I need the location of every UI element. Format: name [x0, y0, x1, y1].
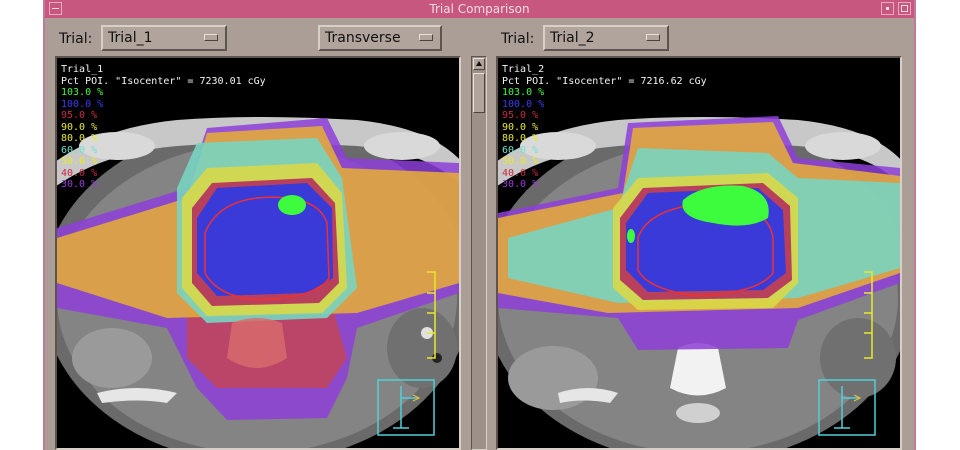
right-dose-view[interactable]: Trial_2 Pct POI. "Isocenter" = 7216.62 c… [496, 56, 902, 450]
left-legend-item: 100.0 % [61, 98, 104, 110]
left-overlay: Trial_1 Pct POI. "Isocenter" = 7230.01 c… [61, 64, 266, 191]
option-indicator-icon [204, 34, 218, 41]
left-legend-item: 30.0 % [61, 179, 98, 190]
right-legend-item: 95.0 % [502, 110, 539, 121]
right-legend-item: 103.0 % [502, 87, 545, 98]
right-trial-name: Trial_2 [502, 64, 545, 75]
option-indicator-icon [646, 34, 660, 41]
left-legend-item: 50.0 % [61, 156, 98, 167]
left-dose-view[interactable]: Trial_1 Pct POI. "Isocenter" = 7230.01 c… [55, 56, 461, 450]
right-legend-item: 90.0 % [502, 121, 539, 133]
window-menu-button[interactable] [49, 2, 62, 15]
right-overlay: Trial_2 Pct POI. "Isocenter" = 7216.62 c… [502, 64, 707, 191]
option-indicator-icon [419, 34, 433, 41]
right-legend-item: 40.0 % [502, 167, 539, 179]
maximize-button[interactable] [898, 2, 911, 15]
right-trial-label: Trial: [501, 31, 535, 47]
right-legend-item: 60.0 % [502, 144, 539, 156]
left-legend-item: 80.0 % [61, 133, 98, 144]
vertical-scrollbar[interactable] [471, 56, 487, 450]
trial-comparison-window: Trial Comparison Trial: Trial_1 Transver… [43, 0, 916, 450]
left-legend-item: 95.0 % [61, 110, 98, 121]
right-trial-value: Trial_2 [550, 30, 595, 46]
left-trial-label: Trial: [59, 31, 93, 47]
left-legend-item: 90.0 % [61, 121, 98, 133]
right-legend-item: 30.0 % [502, 179, 539, 190]
window-title: Trial Comparison [429, 2, 530, 16]
left-trial-name: Trial_1 [61, 64, 104, 75]
left-legend-item: 103.0 % [61, 87, 104, 98]
right-trial-select[interactable]: Trial_2 [543, 25, 669, 51]
left-legend-item: 40.0 % [61, 167, 98, 179]
scroll-up-arrow-icon[interactable] [473, 58, 485, 70]
left-legend-item: 60.0 % [61, 144, 98, 156]
view-orientation-select[interactable]: Transverse [318, 25, 442, 51]
right-legend-item: 80.0 % [502, 133, 539, 144]
minimize-button[interactable] [881, 2, 894, 15]
right-legend-item: 100.0 % [502, 98, 545, 110]
left-trial-select[interactable]: Trial_1 [101, 25, 227, 51]
scroll-thumb[interactable] [473, 73, 485, 113]
title-bar[interactable]: Trial Comparison [45, 0, 914, 18]
left-poi-readout: Pct POI. "Isocenter" = 7230.01 cGy [61, 75, 266, 87]
right-poi-readout: Pct POI. "Isocenter" = 7216.62 cGy [502, 75, 707, 87]
view-orientation-value: Transverse [325, 30, 401, 46]
left-trial-value: Trial_1 [108, 30, 153, 46]
right-legend-item: 50.0 % [502, 156, 539, 167]
